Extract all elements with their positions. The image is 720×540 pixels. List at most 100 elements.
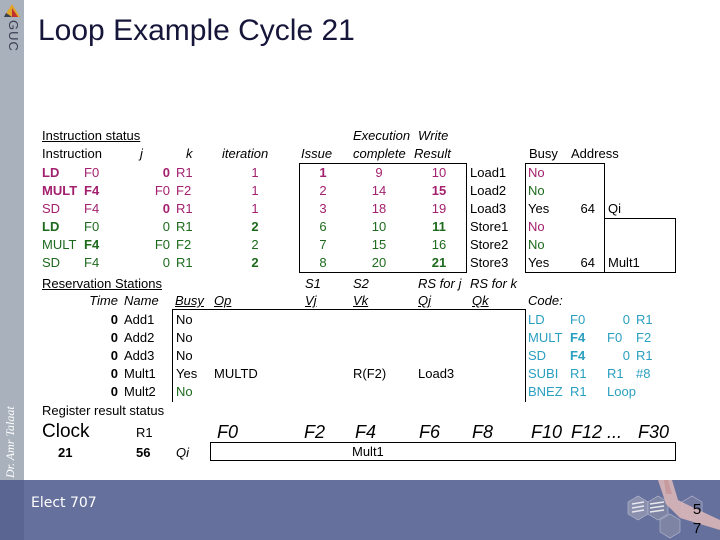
register-name: F8: [472, 422, 494, 442]
rs-name: Mult1: [124, 366, 156, 381]
code-arg-b: F0: [607, 330, 623, 345]
header-issue: Issue: [301, 146, 333, 161]
footer-bar: Elect 707: [0, 480, 720, 540]
instr-write: 21: [431, 255, 447, 270]
instr-iteration: 2: [251, 255, 259, 270]
clock-value: 21: [58, 445, 73, 460]
buffer-name: Store2: [470, 237, 509, 252]
buffer-name: Load1: [470, 165, 507, 180]
instr-iteration: 1: [251, 183, 259, 198]
code-arg-c: R1: [636, 312, 653, 327]
instr-exec: 18: [371, 201, 387, 216]
instr-iteration: 2: [251, 237, 259, 252]
rs-right-border: [525, 309, 526, 402]
qi-label: Qi: [176, 445, 189, 460]
rs-busy: No: [176, 312, 193, 327]
instr-k: R1: [176, 255, 193, 270]
header-op: Op: [214, 293, 232, 308]
header-time: Time: [89, 293, 118, 308]
buffer-name: Load3: [470, 201, 507, 216]
instr-op: MULT: [42, 183, 78, 198]
code-arg-b: Loop: [607, 384, 636, 399]
header-rs-j: RS for j: [418, 276, 462, 291]
rs-busy: No: [176, 330, 193, 345]
instr-k: R1: [176, 219, 193, 234]
rs-time: 0: [110, 348, 118, 363]
register-name: F4: [355, 422, 377, 442]
instr-dest: F4: [84, 255, 100, 270]
code-arg-a: F0: [570, 312, 586, 327]
rs-name: Add2: [124, 330, 155, 345]
instr-dest: F4: [84, 237, 100, 252]
clock-label: Clock: [42, 421, 90, 442]
page-number: 5 7: [690, 500, 704, 538]
code-arg-a: R1: [570, 366, 587, 381]
instr-issue: 7: [319, 237, 327, 252]
slide-title: Loop Example Cycle 21: [38, 14, 355, 47]
instr-iteration: 1: [251, 165, 259, 180]
header-qj: Qj: [418, 293, 431, 308]
instr-exec: 15: [371, 237, 387, 252]
register-status-box: [210, 442, 676, 461]
instr-k: R1: [176, 201, 193, 216]
header-iteration: iteration: [222, 146, 269, 161]
register-qi: Mult1: [352, 444, 384, 459]
header-vj: Vj: [305, 293, 317, 308]
buffer-busy: No: [528, 183, 545, 198]
code-heading: Code:: [528, 293, 563, 308]
instr-iteration: 2: [251, 219, 259, 234]
buffer-qi: Mult1: [608, 255, 640, 270]
header-busy-rs: Busy: [175, 293, 204, 308]
buffer-busy: Yes: [528, 255, 550, 270]
register-name: F0: [217, 422, 239, 442]
instr-issue: 8: [319, 255, 327, 270]
instr-issue: 3: [319, 201, 327, 216]
header-s1: S1: [305, 276, 321, 291]
code-op: MULT: [528, 330, 563, 345]
instr-issue: 1: [319, 165, 327, 180]
instr-op: MULT: [42, 237, 77, 252]
code-op: SD: [528, 348, 547, 363]
code-arg-b: 0: [622, 312, 630, 327]
logo-text: GUC: [6, 20, 21, 52]
register-name: F2: [304, 422, 326, 442]
rs-time: 0: [110, 366, 118, 381]
code-arg-a: R1: [570, 384, 587, 399]
instr-j: 0: [162, 219, 170, 234]
register-status-heading: Register result status: [42, 403, 165, 418]
instr-dest: F0: [84, 165, 100, 180]
footer-side-strip: [0, 480, 24, 540]
instr-j: 0: [162, 201, 170, 216]
r1-label: R1: [136, 425, 153, 440]
register-name: F12 ...: [571, 422, 623, 442]
instr-dest: F4: [84, 201, 100, 216]
instr-write: 15: [431, 183, 447, 198]
header-exec-bottom: complete: [353, 146, 406, 161]
instr-issue: 6: [319, 219, 327, 234]
header-write-bottom: Result: [414, 146, 451, 161]
code-arg-c: R1: [636, 348, 653, 363]
header-instruction: Instruction: [42, 146, 102, 161]
buffer-address: 64: [580, 255, 595, 270]
code-arg-a: F4: [570, 330, 586, 345]
instr-dest: F0: [84, 219, 100, 234]
buffer-name: Load2: [470, 183, 507, 198]
instr-exec: 9: [375, 165, 383, 180]
instr-write: 16: [431, 237, 447, 252]
instr-k: F2: [176, 183, 192, 198]
buffers-divider: [604, 163, 605, 219]
rs-qj: Load3: [418, 366, 455, 381]
rs-busy: No: [176, 384, 193, 399]
instr-dest: F4: [84, 183, 100, 198]
instr-op: LD: [42, 165, 60, 180]
page-number-digit: 7: [692, 520, 702, 537]
rs-name: Add3: [124, 348, 155, 363]
instr-exec: 14: [371, 183, 387, 198]
instr-op: SD: [42, 255, 61, 270]
rs-time: 0: [110, 312, 118, 327]
instr-j: 0: [162, 165, 170, 180]
register-name: F10: [531, 422, 563, 442]
page-number-digit: 5: [692, 501, 702, 518]
code-arg-c: F2: [636, 330, 652, 345]
instr-exec: 10: [371, 219, 387, 234]
